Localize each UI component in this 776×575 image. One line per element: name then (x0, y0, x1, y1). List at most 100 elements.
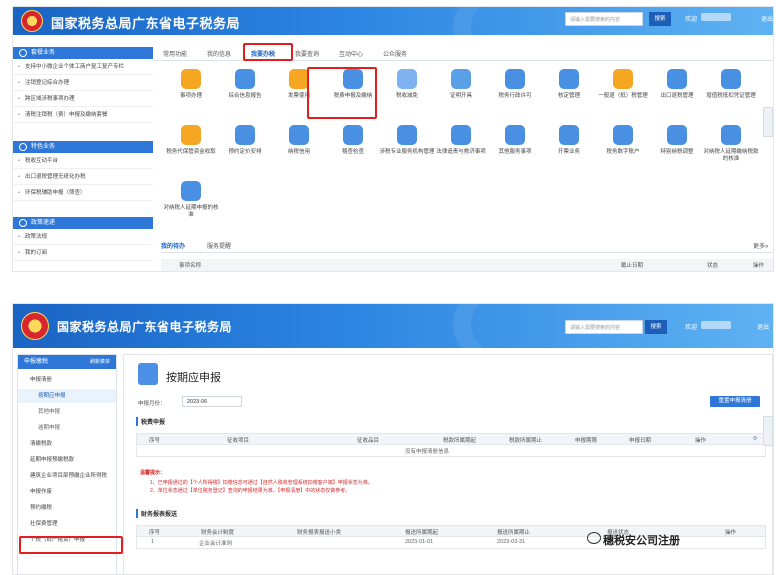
function-tile[interactable]: 稽查检查 (325, 125, 381, 173)
sidebar-item[interactable]: 出口退税管理无纸化办税 (13, 169, 153, 185)
sidebar-item[interactable]: 预约缴税 (18, 501, 116, 515)
floating-tools[interactable] (763, 107, 773, 137)
sidebar-item[interactable]: 清税注销税（费）申报及缴纳套餐 (13, 107, 153, 123)
tile-icon (181, 69, 201, 89)
cell-report-end: 2023-03-31 (497, 539, 526, 545)
sidebar-item[interactable]: 建筑企业项目部预缴企业所得税 (18, 469, 116, 483)
col-levy-item: 征收项目 (227, 438, 250, 444)
sidebar-item[interactable]: 注销登记综合办理 (13, 75, 153, 91)
tile-label: 稽查检查 (341, 149, 364, 155)
function-tile[interactable]: 一般退（抵）税管理 (595, 69, 651, 117)
tab-service-reminder[interactable]: 服务提醒 (207, 241, 231, 250)
tab-interaction[interactable]: 互动中心 (339, 49, 363, 58)
highlight-tile-box (307, 67, 377, 119)
function-tile[interactable]: 其他服务事项 (487, 125, 543, 173)
function-tile[interactable]: 综合信息报告 (217, 69, 273, 117)
sidebar-item[interactable]: 清缴税款 (18, 437, 116, 451)
notice-line: 1、已申报通过的【个人所得税】扣缴信息可通过【自然人税收管理系统扣缴客户端】申报… (150, 480, 373, 486)
tile-icon (343, 125, 363, 145)
tab-my-todo[interactable]: 我的待办 (161, 241, 185, 250)
sidebar-group-policy[interactable]: 政策速递 (13, 217, 153, 229)
sidebar-item[interactable]: 我的订阅 (13, 245, 153, 261)
function-tile[interactable]: 税收减免 (379, 69, 435, 117)
tile-icon (667, 125, 687, 145)
search-button[interactable]: 搜索 (645, 320, 667, 334)
function-tile[interactable]: 税务代保管资金收取 (163, 125, 219, 173)
tab-query[interactable]: 我要查询 (295, 49, 319, 58)
col-declare-date: 申报日期 (629, 438, 652, 444)
refresh-icon[interactable]: ⟳ (753, 436, 758, 442)
greeting-text: 欢迎 (685, 325, 698, 331)
tile-icon (559, 69, 579, 89)
sidebar-item[interactable]: 申报清册 (18, 373, 116, 387)
function-tile[interactable]: 法律追责与救济事项 (433, 125, 489, 173)
sidebar-item[interactable]: 环保税辅助申报（筛查） (13, 185, 153, 201)
star-icon (19, 143, 27, 151)
function-tile[interactable]: 对纳税人延期申报的核准 (163, 181, 219, 229)
col-report-end: 报送所属期止 (497, 530, 531, 536)
period-input[interactable]: 2023-06 (182, 396, 242, 407)
sidebar-item[interactable]: 逾期申报 (18, 421, 116, 435)
tile-label: 开票业务 (557, 149, 580, 155)
function-tile[interactable]: 出口退税管理 (649, 69, 705, 117)
function-tile[interactable]: 核定管理 (541, 69, 597, 117)
sidebar-item[interactable]: 税收互动平台 (13, 153, 153, 169)
search-input[interactable]: 请输入需要搜索的内容 (565, 320, 643, 334)
tile-icon (181, 125, 201, 145)
search-button[interactable]: 搜索 (649, 12, 671, 26)
sidebar-group-package[interactable]: 套餐业务 (13, 47, 153, 59)
function-tile[interactable]: 开票业务 (541, 125, 597, 173)
tab-my-info[interactable]: 我的信息 (207, 49, 231, 58)
sidebar-item[interactable]: 按期应申报 (18, 389, 116, 403)
function-tile[interactable]: 税务数字账户 (595, 125, 651, 173)
tile-icon (235, 125, 255, 145)
sidebar-item[interactable]: 其他申报 (18, 405, 116, 419)
tab-common[interactable]: 常用功能 (163, 49, 187, 58)
function-tile[interactable]: 事项办理 (163, 69, 219, 117)
logout-link[interactable]: 退出 (757, 322, 769, 331)
tile-icon (505, 125, 525, 145)
function-tile[interactable]: 对纳税人延期缴纳税款的核准 (703, 125, 759, 173)
search-input[interactable]: 请输入需要搜索的内容 (565, 12, 643, 26)
function-tile[interactable]: 预约定价安排 (217, 125, 273, 173)
sidebar-item[interactable]: 政策法规 (13, 229, 153, 245)
fin-section-title: 财务报表报送 (136, 509, 177, 518)
tile-label: 税收减免 (395, 93, 418, 99)
sidebar-item[interactable]: 支持中小微企业个体工商户复工复产专栏 (13, 59, 153, 75)
tile-icon (397, 125, 417, 145)
col-action: 操作 (725, 530, 737, 536)
empty-message: 没有申报清册信息 (405, 449, 450, 455)
tile-icon (451, 69, 471, 89)
sidebar-item[interactable]: 跨区域涉税事项办理 (13, 91, 153, 107)
function-tile[interactable]: 税务行政许可 (487, 69, 543, 117)
greeting-text: 欢迎 (685, 17, 698, 23)
reset-declaration-button[interactable]: 重置申报清册 (710, 396, 760, 407)
logout-link[interactable]: 退出 (761, 14, 773, 23)
highlight-social-security-box (19, 536, 123, 554)
user-name-blurred (701, 321, 731, 329)
function-tile[interactable]: 纳税信用 (271, 125, 327, 173)
tab-public-service[interactable]: 公众服务 (383, 49, 407, 58)
floating-tools[interactable] (763, 416, 773, 446)
tile-label: 其他服务事项 (498, 149, 532, 155)
sidebar-item[interactable]: 延期申报预缴税款 (18, 453, 116, 467)
function-tile[interactable]: 增值税抵扣凭证管理 (703, 69, 759, 117)
tile-icon (721, 69, 741, 89)
col-seq: 序号 (149, 530, 161, 536)
sidebar-group-special[interactable]: 特色业务 (13, 141, 153, 153)
tile-icon (181, 181, 201, 201)
col-seq: 序号 (149, 438, 161, 444)
todo-table-header: 事项名称 截止日期 状态 操作 (161, 259, 773, 271)
more-link[interactable]: 更多» (753, 241, 768, 250)
tile-label: 纳税信用 (287, 149, 310, 155)
refresh-menu-link[interactable]: 刷新菜单 (90, 355, 110, 369)
col-deadline: 截止日期 (621, 263, 644, 269)
tile-icon (613, 125, 633, 145)
sidebar-item[interactable]: 申报作废 (18, 485, 116, 499)
tile-label: 核定管理 (557, 93, 580, 99)
function-tile[interactable]: 证明开具 (433, 69, 489, 117)
function-tile[interactable]: 涉税专业服务机构管理 (379, 125, 435, 173)
sidebar-item[interactable]: 社保费管理 (18, 517, 116, 531)
function-tile[interactable]: 特别纳税调整 (649, 125, 705, 173)
star-icon (19, 219, 27, 227)
